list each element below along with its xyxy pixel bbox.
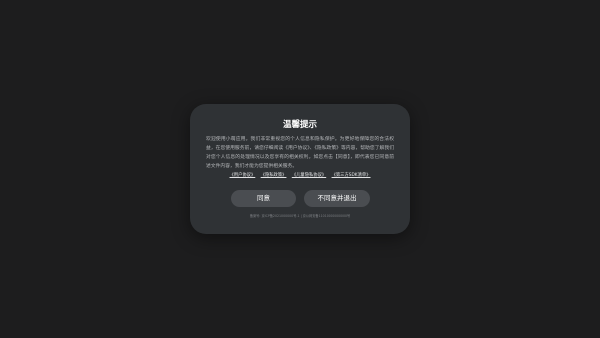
user-agreement-link[interactable]: 《用户协议》: [230, 173, 256, 178]
dialog-body-text: 欢迎使用小萌应用。我们非常重视您的个人信息和隐私保护。为更好地保障您的合法权益，…: [206, 137, 394, 169]
third-party-sdk-link[interactable]: 《第三方SDK清单》: [332, 173, 371, 178]
dialog-title: 温馨提示: [282, 120, 317, 130]
dialog-footer: 备案号: 京ICP备2021000000号-1 | 京公网安备110100000…: [249, 214, 351, 218]
child-privacy-link[interactable]: 《儿童隐私协议》: [292, 173, 326, 178]
modal-overlay: 温馨提示 欢迎使用小萌应用。我们非常重视您的个人信息和隐私保护。为更好地保障您的…: [0, 0, 600, 338]
agreement-links: 《用户协议》 《隐私政策》 《儿童隐私协议》 《第三方SDK清单》: [190, 173, 410, 179]
privacy-dialog: 温馨提示 欢迎使用小萌应用。我们非常重视您的个人信息和隐私保护。为更好地保障您的…: [190, 104, 410, 234]
agree-button[interactable]: 同意: [231, 190, 296, 207]
privacy-policy-link[interactable]: 《隐私政策》: [261, 173, 287, 178]
reject-exit-button[interactable]: 不同意并退出: [304, 190, 370, 207]
